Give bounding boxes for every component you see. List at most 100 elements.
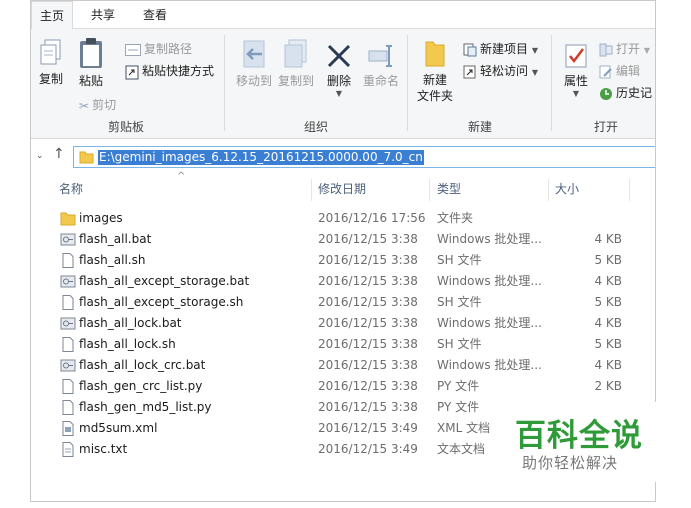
file-row[interactable]: flash_all_except_storage.sh 2016/12/15 3… — [31, 292, 655, 313]
batch-file-icon — [60, 317, 76, 330]
move-to-icon — [243, 40, 265, 68]
file-date: 2016/12/15 3:38 — [318, 253, 418, 267]
column-header-type[interactable]: 类型 — [437, 177, 461, 201]
chevron-down-icon: ▼ — [531, 46, 538, 55]
chevron-down-icon: ▼ — [531, 68, 538, 77]
file-type: PY 文件 — [437, 379, 480, 393]
new-folder-label: 新建 文件夹 — [416, 73, 453, 103]
scissors-icon: ✂ — [79, 98, 90, 113]
file-type: Windows 批处理... — [437, 232, 542, 246]
address-path-text[interactable]: E:\gemini_images_6.12.15_20161215.0000.0… — [98, 150, 424, 165]
ribbon: 复制 粘贴 复制路径 粘贴快捷方式 ✂ 剪切 剪贴板 移动到 复制到 删除 ▼ … — [31, 29, 655, 139]
properties-button[interactable]: 属性 ▼ — [559, 43, 593, 98]
group-divider — [407, 35, 408, 131]
tab-view[interactable]: 查看 — [135, 1, 175, 29]
folder-icon — [425, 41, 445, 67]
file-size: 2 KB — [594, 379, 622, 393]
file-date: 2016/12/15 3:38 — [318, 358, 418, 372]
column-divider[interactable] — [629, 179, 630, 201]
tab-share[interactable]: 共享 — [83, 1, 123, 29]
file-row[interactable]: flash_gen_crc_list.py 2016/12/15 3:38 PY… — [31, 376, 655, 397]
file-type: XML 文档 — [437, 421, 491, 435]
file-type: Windows 批处理... — [437, 358, 542, 372]
copy-to-icon — [284, 39, 307, 68]
copy-button[interactable]: 复制 — [37, 39, 65, 87]
open-button[interactable]: 打开 ▼ — [599, 39, 650, 59]
paste-shortcut-icon — [125, 65, 139, 79]
column-divider[interactable] — [429, 179, 430, 201]
cut-button[interactable]: ✂ 剪切 — [79, 95, 116, 115]
organize-group: 移动到 复制到 删除 ▼ 重命名 组织 — [227, 33, 405, 137]
file-row[interactable]: images 2016/12/16 17:56 文件夹 — [31, 208, 655, 229]
new-item-icon — [463, 43, 477, 56]
group-divider — [551, 35, 552, 131]
history-icon — [600, 87, 612, 100]
file-row[interactable]: flash_all.bat 2016/12/15 3:38 Windows 批处… — [31, 229, 655, 250]
new-item-button[interactable]: 新建项目 ▼ — [463, 39, 538, 59]
column-divider[interactable] — [548, 179, 549, 201]
copy-label: 复制 — [38, 72, 63, 86]
easy-access-icon — [463, 65, 476, 78]
file-type: Windows 批处理... — [437, 316, 542, 330]
file-name: misc.txt — [79, 442, 128, 456]
file-row[interactable]: flash_all_lock.sh 2016/12/15 3:38 SH 文件 … — [31, 334, 655, 355]
file-size: 4 KB — [594, 358, 622, 372]
file-icon — [62, 400, 74, 415]
new-group-label: 新建 — [467, 120, 492, 134]
file-name: flash_all_lock.sh — [79, 337, 176, 351]
file-date: 2016/12/15 3:38 — [318, 316, 418, 330]
file-type: SH 文件 — [437, 337, 482, 351]
file-icon — [62, 295, 74, 310]
properties-label: 属性 — [563, 74, 588, 88]
watermark: 百科全说 助你轻松解决 — [507, 402, 669, 482]
ribbon-tabs: 主页 共享 查看 — [31, 1, 655, 30]
file-type: 文件夹 — [437, 211, 474, 225]
file-name: flash_all.sh — [79, 253, 146, 267]
column-header-date[interactable]: 修改日期 — [318, 177, 366, 201]
copy-to-label: 复制到 — [277, 74, 314, 88]
file-row[interactable]: flash_all_lock.bat 2016/12/15 3:38 Windo… — [31, 313, 655, 334]
copy-path-button[interactable]: 复制路径 — [125, 39, 192, 59]
history-button[interactable]: 历史记 — [599, 83, 652, 103]
move-to-button[interactable]: 移动到 — [233, 39, 275, 89]
file-size: 5 KB — [594, 337, 622, 351]
chevron-down-icon: ▼ — [572, 89, 580, 98]
paste-shortcut-button[interactable]: 粘贴快捷方式 — [125, 61, 214, 81]
copy-to-button[interactable]: 复制到 — [275, 39, 317, 89]
column-header-size[interactable]: 大小 — [555, 177, 579, 201]
file-name: flash_all_lock_crc.bat — [79, 358, 206, 372]
address-bar[interactable]: E:\gemini_images_6.12.15_20161215.0000.0… — [73, 146, 655, 168]
open-label: 打开 — [616, 42, 641, 56]
edit-pencil-icon — [599, 65, 612, 78]
file-date: 2016/12/15 3:49 — [318, 421, 418, 435]
file-type: 文本文档 — [437, 442, 486, 456]
new-item-label: 新建项目 — [480, 42, 529, 56]
edit-button[interactable]: 编辑 — [599, 61, 640, 81]
recent-locations-chevron-icon[interactable]: ⌄ — [36, 151, 44, 161]
file-date: 2016/12/15 3:38 — [318, 379, 418, 393]
file-row[interactable]: flash_all.sh 2016/12/15 3:38 SH 文件 5 KB — [31, 250, 655, 271]
tab-home[interactable]: 主页 — [31, 1, 74, 30]
rename-button[interactable]: 重命名 — [361, 43, 401, 89]
file-name: flash_all_except_storage.sh — [79, 295, 244, 309]
file-name: images — [79, 211, 123, 225]
new-folder-button[interactable]: 新建 文件夹 — [415, 39, 455, 104]
open-icon — [599, 43, 613, 56]
chevron-down-icon: ▼ — [335, 89, 343, 98]
file-row[interactable]: flash_all_lock_crc.bat 2016/12/15 3:38 W… — [31, 355, 655, 376]
file-size: 4 KB — [594, 316, 622, 330]
delete-button[interactable]: 删除 ▼ — [323, 43, 355, 98]
clipboard-group-label: 剪贴板 — [107, 120, 144, 134]
file-date: 2016/12/15 3:38 — [318, 295, 418, 309]
column-divider[interactable] — [311, 179, 312, 201]
up-arrow-icon[interactable]: ↑ — [53, 146, 65, 162]
easy-access-button[interactable]: 轻松访问 ▼ — [463, 61, 538, 81]
paste-button[interactable]: 粘贴 — [75, 37, 107, 89]
text-file-icon — [62, 442, 74, 457]
file-name: flash_all_lock.bat — [79, 316, 182, 330]
column-header-name[interactable]: 名称 — [59, 177, 83, 201]
file-row[interactable]: flash_all_except_storage.bat 2016/12/15 … — [31, 271, 655, 292]
file-size: 4 KB — [594, 274, 622, 288]
file-type: SH 文件 — [437, 295, 482, 309]
easy-access-label: 轻松访问 — [480, 64, 529, 78]
